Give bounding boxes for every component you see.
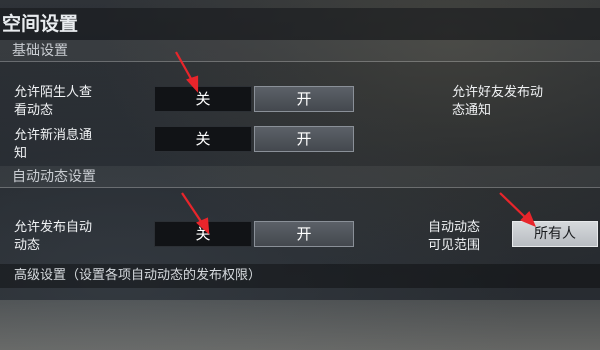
annotation-arrows bbox=[175, 51, 537, 235]
annotation-arrow-2 bbox=[181, 192, 210, 235]
annotation-arrow-1 bbox=[175, 51, 199, 93]
annotation-arrow-3 bbox=[499, 192, 537, 228]
